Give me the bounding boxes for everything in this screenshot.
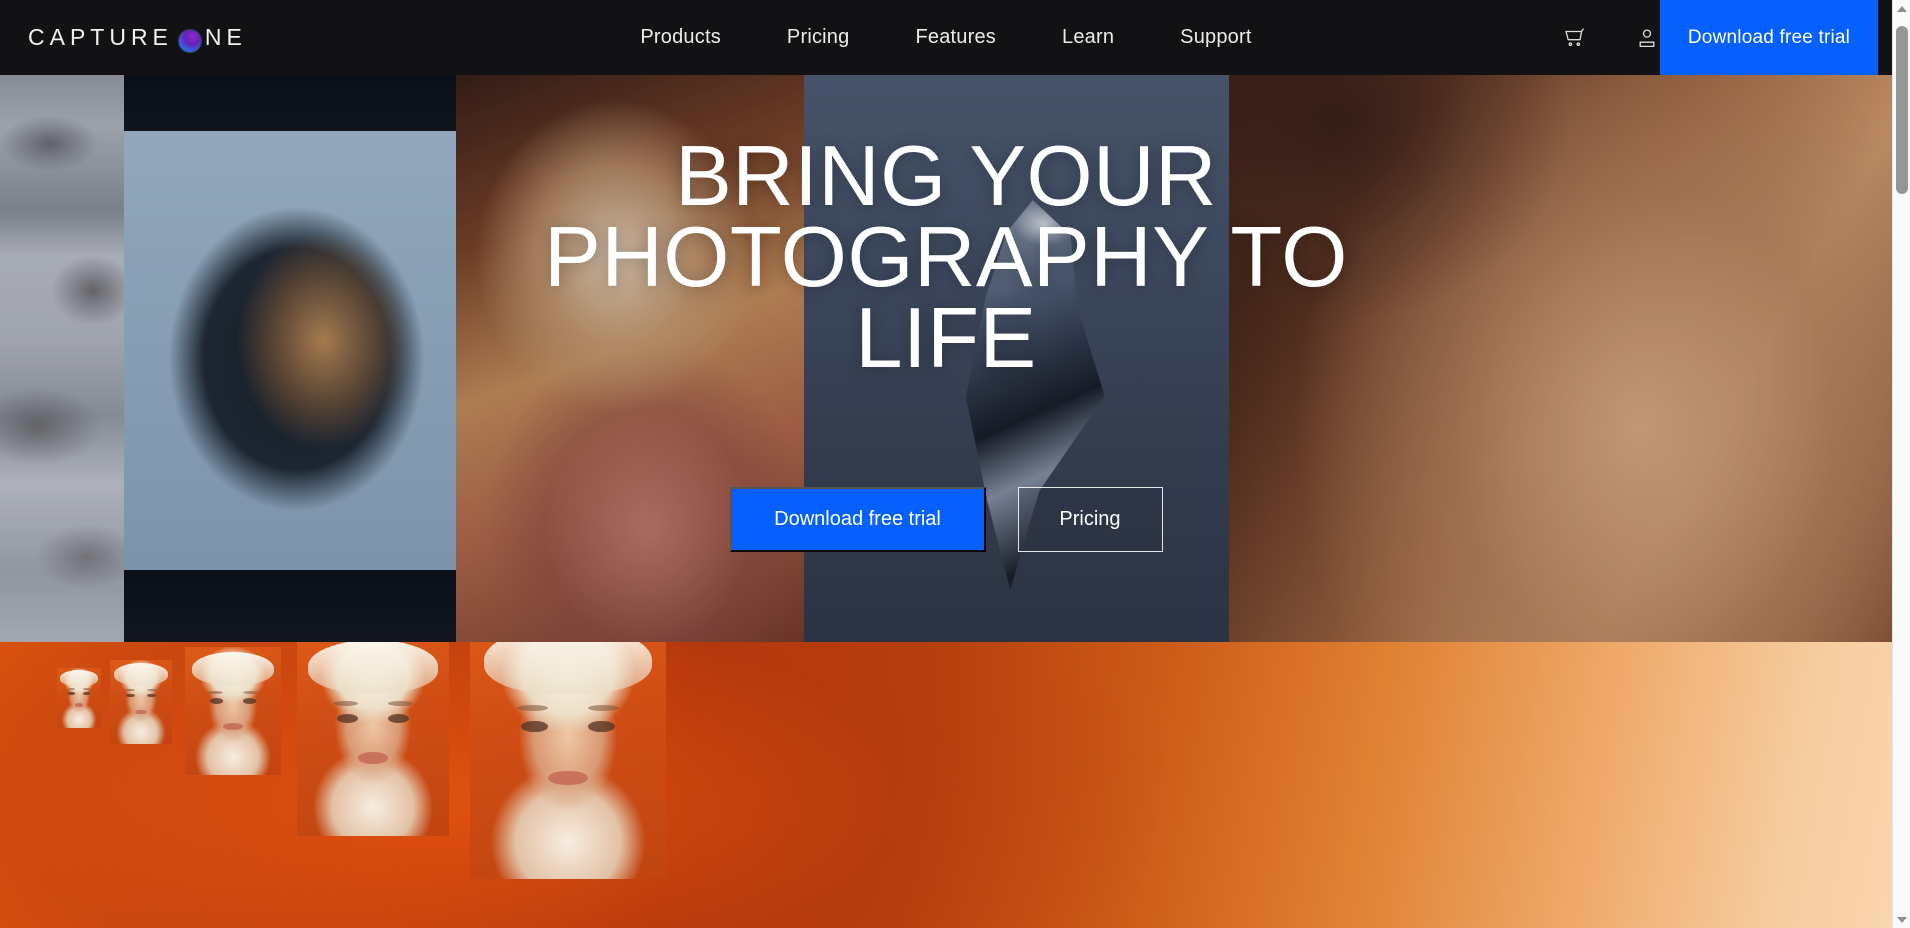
- vertical-scrollbar[interactable]: [1892, 0, 1910, 928]
- capture-one-logo[interactable]: CAPTURE NE: [28, 24, 247, 52]
- hero-download-free-trial-button[interactable]: Download free trial: [729, 487, 986, 553]
- logo-text-one: NE: [204, 24, 247, 50]
- hero-title: BRING YOUR PHOTOGRAPHY TO LIFE: [446, 129, 1446, 386]
- site-header: CAPTURE NE Products Pricing Features Lea…: [0, 0, 1892, 75]
- chevron-down-icon: [1897, 916, 1907, 923]
- hero-pricing-button[interactable]: Pricing: [1017, 487, 1163, 553]
- preview-thumbnail: [110, 660, 172, 744]
- scroll-up-button[interactable]: [1893, 0, 1910, 17]
- progressive-preview-section:  Capture One File Edit Image Adjustment…: [0, 642, 1892, 928]
- scroll-down-button[interactable]: [1893, 911, 1910, 928]
- header-icon-group: [1563, 0, 1660, 75]
- nav-item-learn[interactable]: Learn: [1029, 26, 1147, 49]
- section2-gradient-overlay: [0, 642, 1892, 928]
- preview-thumbnail: [297, 642, 449, 836]
- header-cta-label: Download free trial: [1687, 26, 1851, 48]
- hero-button-group: Download free trial Pricing: [729, 487, 1163, 553]
- user-account-icon[interactable]: [1634, 25, 1660, 51]
- logo-text-capture: CAPTURE: [28, 24, 173, 50]
- hero-title-line-1: BRING YOUR: [675, 129, 1217, 224]
- hero-title-line-2: PHOTOGRAPHY TO LIFE: [544, 209, 1348, 386]
- preview-thumbnail: [57, 668, 101, 728]
- preview-thumbnail: [470, 642, 666, 879]
- nav-item-features[interactable]: Features: [882, 26, 1029, 49]
- nav-item-pricing[interactable]: Pricing: [754, 26, 883, 49]
- hero-content: BRING YOUR PHOTOGRAPHY TO LIFE Download …: [0, 75, 1892, 642]
- nav-item-products[interactable]: Products: [607, 26, 754, 49]
- logo-orb-icon: [178, 29, 201, 52]
- hero-section: BRING YOUR PHOTOGRAPHY TO LIFE Download …: [0, 75, 1892, 642]
- chevron-up-icon: [1897, 5, 1907, 12]
- page-root: CAPTURE NE Products Pricing Features Lea…: [0, 0, 1910, 928]
- shopping-cart-icon[interactable]: [1563, 25, 1589, 51]
- preview-thumbnail: [185, 647, 281, 775]
- scrollbar-thumb[interactable]: [1896, 26, 1908, 194]
- nav-item-support[interactable]: Support: [1147, 26, 1284, 49]
- header-download-free-trial-button[interactable]: Download free trial: [1660, 0, 1878, 75]
